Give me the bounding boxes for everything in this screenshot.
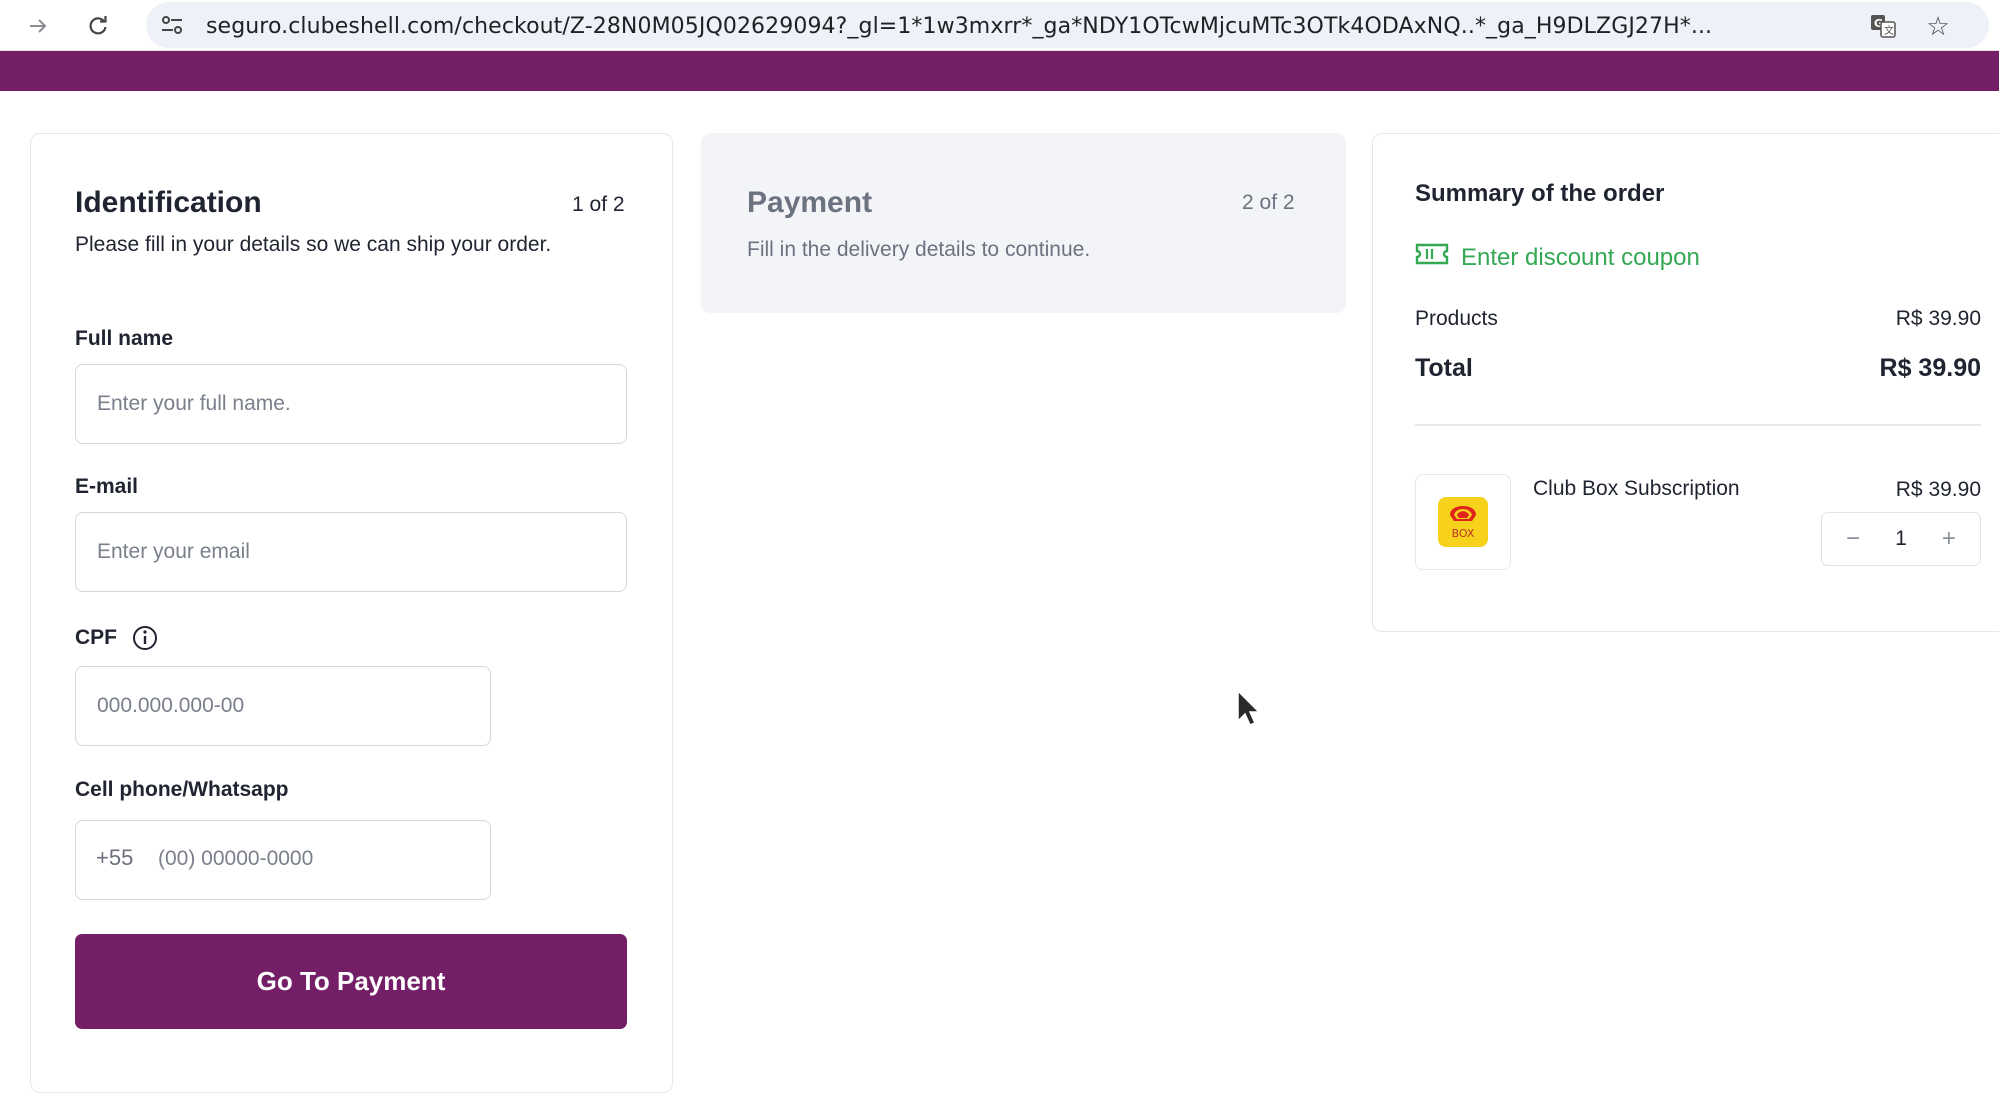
address-bar[interactable]: seguro.clubeshell.com/checkout/Z-28N0M05… <box>146 2 1989 48</box>
total-value: R$ 39.90 <box>1879 354 1981 382</box>
email-input[interactable] <box>75 512 627 592</box>
phone-field[interactable]: +55 <box>75 820 498 900</box>
forward-arrow-icon[interactable] <box>20 8 56 44</box>
quantity-stepper: − 1 + <box>1821 512 1981 566</box>
info-icon[interactable] <box>131 624 159 652</box>
translate-icon[interactable]: G文 <box>1869 12 1897 40</box>
total-label: Total <box>1415 354 1473 382</box>
summary-divider <box>1415 424 1981 426</box>
phone-country-code: +55 <box>96 845 134 870</box>
decrease-quantity-button[interactable]: − <box>1833 525 1873 553</box>
payment-step-count: 2 of 2 <box>1242 191 1295 214</box>
coupon-label: Enter discount coupon <box>1461 243 1700 271</box>
bookmark-star-icon[interactable]: ☆ <box>1923 11 1953 41</box>
identification-card: Identification 1 of 2 Please fill in you… <box>30 133 673 1093</box>
cpf-label: CPF <box>75 626 117 649</box>
order-summary-card: Summary of the order Enter discount coup… <box>1372 133 1999 632</box>
product-name: Club Box Subscription <box>1533 477 1740 500</box>
phone-input[interactable] <box>158 837 498 881</box>
site-info-icon[interactable] <box>160 14 184 36</box>
mouse-cursor-icon <box>1236 689 1262 729</box>
products-value: R$ 39.90 <box>1895 307 1981 330</box>
product-thumbnail: BOX <box>1415 474 1511 570</box>
shell-box-logo-icon: BOX <box>1438 497 1488 547</box>
identification-step-count: 1 of 2 <box>572 193 625 216</box>
go-to-payment-button[interactable]: Go To Payment <box>75 934 627 1029</box>
discount-coupon-link[interactable]: Enter discount coupon <box>1415 242 1700 273</box>
email-label: E-mail <box>75 475 139 498</box>
phone-label: Cell phone/Whatsapp <box>75 778 289 801</box>
identification-description: Please fill in your details so we can sh… <box>75 233 552 256</box>
svg-text:BOX: BOX <box>1452 527 1475 540</box>
payment-card: Payment 2 of 2 Fill in the delivery deta… <box>701 133 1346 313</box>
identification-title: Identification <box>75 186 262 219</box>
products-label: Products <box>1415 307 1498 330</box>
ticket-icon <box>1415 242 1449 273</box>
summary-title: Summary of the order <box>1415 180 1665 207</box>
full-name-input[interactable] <box>75 364 627 444</box>
quantity-value: 1 <box>1895 527 1907 550</box>
browser-toolbar: seguro.clubeshell.com/checkout/Z-28N0M05… <box>0 0 1999 51</box>
full-name-label: Full name <box>75 327 174 350</box>
increase-quantity-button[interactable]: + <box>1929 525 1969 553</box>
payment-title: Payment <box>747 186 873 219</box>
reload-icon[interactable] <box>80 8 116 44</box>
payment-description: Fill in the delivery details to continue… <box>747 238 1091 261</box>
product-price: R$ 39.90 <box>1895 478 1981 501</box>
header-band <box>0 51 1999 91</box>
svg-text:文: 文 <box>1884 24 1894 37</box>
cpf-input[interactable] <box>75 666 491 746</box>
url-text[interactable]: seguro.clubeshell.com/checkout/Z-28N0M05… <box>206 14 1712 39</box>
